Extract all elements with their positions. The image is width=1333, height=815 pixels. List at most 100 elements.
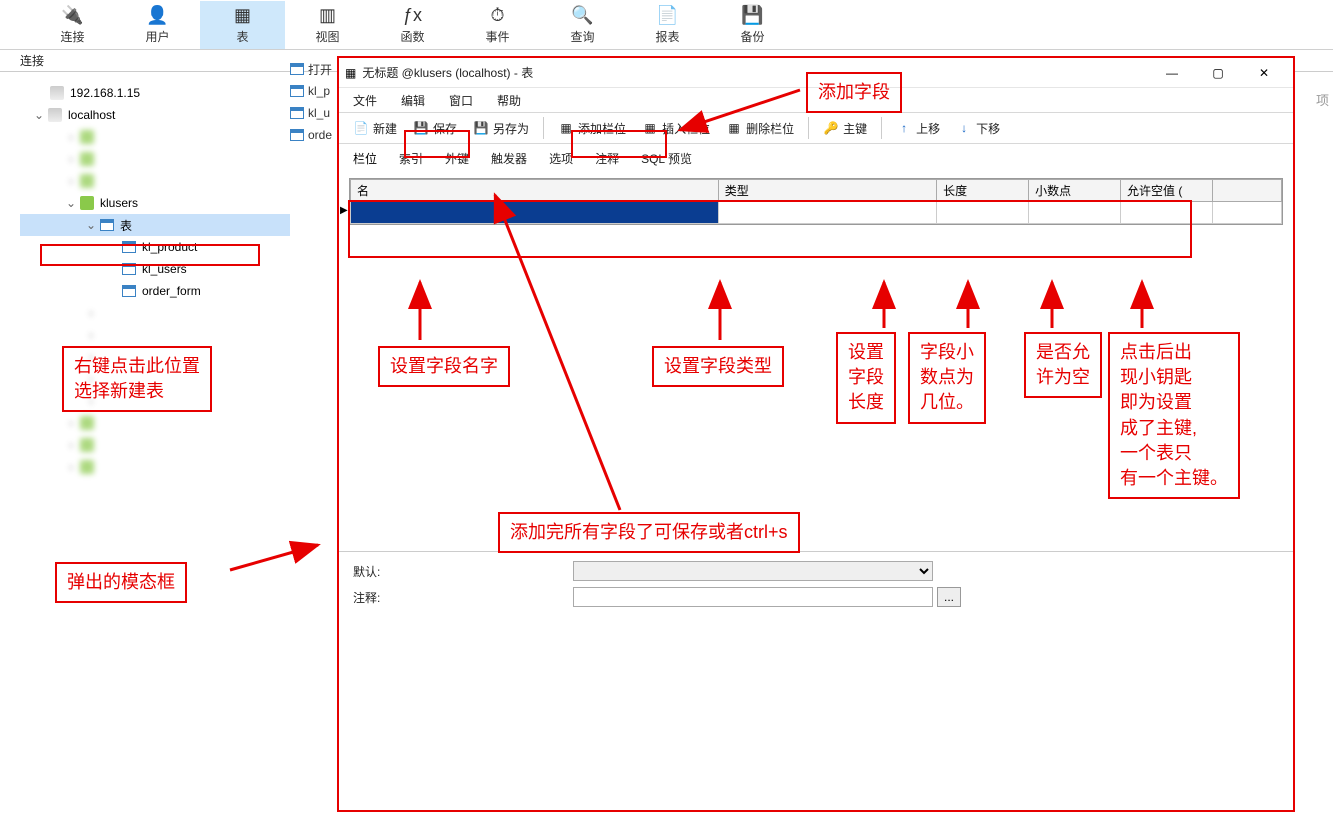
tree-db-klusers[interactable]: ⌄klusers — [20, 192, 290, 214]
toolbar-user[interactable]: 👤用户 — [115, 1, 200, 49]
toolbar-func[interactable]: ƒx函数 — [370, 1, 455, 49]
tree-table-item[interactable]: kl_users — [20, 258, 290, 280]
col-null-header[interactable]: 允许空值 ( — [1121, 180, 1213, 202]
move-down-button[interactable]: ↓下移 — [950, 118, 1006, 139]
col-type-header[interactable]: 类型 — [718, 180, 936, 202]
table-icon — [122, 241, 136, 253]
plug-icon: 🔌 — [62, 4, 84, 26]
cutoff-text: 项 — [1316, 90, 1329, 109]
database-icon — [80, 196, 94, 210]
tab-index[interactable]: 索引 — [399, 150, 423, 167]
separator — [808, 117, 809, 139]
toolbar-connect[interactable]: 🔌连接 — [30, 1, 115, 49]
tree-db-blur[interactable]: › — [20, 170, 290, 192]
window-title: 无标题 @klusers (localhost) - 表 — [356, 64, 1149, 81]
tab-comment[interactable]: 注释 — [595, 150, 619, 167]
col-len-header[interactable]: 长度 — [937, 180, 1029, 202]
tab-options[interactable]: 选项 — [549, 150, 573, 167]
comment-input[interactable] — [573, 587, 933, 607]
database-icon — [80, 152, 94, 166]
col-name-header[interactable]: 名 — [351, 180, 719, 202]
tree-server-2[interactable]: ⌄localhost — [20, 104, 290, 126]
tree-table-item[interactable]: kl_product — [20, 236, 290, 258]
tree-db-blur[interactable]: › — [20, 434, 290, 456]
tree-tables-node[interactable]: ⌄表 — [20, 214, 290, 236]
backup-icon: 💾 — [742, 4, 764, 26]
menu-file[interactable]: 文件 — [353, 92, 377, 109]
anno-save-hint: 添加完所有字段了可保存或者ctrl+s — [498, 512, 800, 553]
toolbar-backup[interactable]: 💾备份 — [710, 1, 795, 49]
move-up-button[interactable]: ↑上移 — [890, 118, 946, 139]
delete-column-icon: ▦ — [726, 120, 742, 136]
tree-table-item[interactable]: order_form — [20, 280, 290, 302]
minimize-button[interactable]: — — [1149, 59, 1195, 87]
anno-right-click: 右键点击此位置 选择新建表 — [62, 346, 212, 412]
anno-set-null: 是否允 许为空 — [1024, 332, 1102, 398]
tab-item[interactable]: 打开 — [290, 58, 340, 80]
designer-toolbar: 📄新建 💾保存 💾另存为 ▦添加栏位 ▦插入栏位 ▦删除栏位 🔑主键 ↑上移 ↓… — [339, 112, 1293, 144]
toolbar-table[interactable]: ▦表 — [200, 1, 285, 49]
tree-db-blur[interactable]: › — [20, 126, 290, 148]
comment-more-button[interactable]: ... — [937, 587, 961, 607]
col-pk-header[interactable] — [1212, 180, 1281, 202]
tables-icon — [100, 219, 114, 231]
cell-pk[interactable] — [1212, 202, 1281, 224]
menu-edit[interactable]: 编辑 — [401, 92, 425, 109]
tab-fk[interactable]: 外键 — [445, 150, 469, 167]
add-column-button[interactable]: ▦添加栏位 — [552, 118, 632, 139]
column-form: 默认: 注释: ... — [339, 551, 1293, 610]
insert-column-button[interactable]: ▦插入栏位 — [636, 118, 716, 139]
toolbar-view[interactable]: ▥视图 — [285, 1, 370, 49]
toolbar-report[interactable]: 📄报表 — [625, 1, 710, 49]
table-icon — [290, 63, 304, 75]
event-icon: ⏱ — [487, 4, 509, 26]
table-icon — [122, 285, 136, 297]
anno-set-len: 设置 字段 长度 — [836, 332, 896, 424]
cell-type[interactable] — [718, 202, 936, 224]
saveas-button[interactable]: 💾另存为 — [467, 118, 535, 139]
tab-sql[interactable]: SQL 预览 — [641, 150, 692, 167]
user-icon: 👤 — [147, 4, 169, 26]
menu-window[interactable]: 窗口 — [449, 92, 473, 109]
anno-set-type: 设置字段类型 — [652, 346, 784, 387]
close-button[interactable]: ✕ — [1241, 59, 1287, 87]
tab-item[interactable]: kl_p — [290, 80, 340, 102]
maximize-button[interactable]: ▢ — [1195, 59, 1241, 87]
menu-help[interactable]: 帮助 — [497, 92, 521, 109]
tree-blur[interactable]: › — [20, 324, 290, 346]
new-button[interactable]: 📄新建 — [347, 118, 403, 139]
open-tabs-strip: 打开 kl_p kl_u orde — [290, 58, 340, 146]
tree-server-1[interactable]: 192.168.1.15 — [20, 82, 290, 104]
add-column-icon: ▦ — [558, 120, 574, 136]
anno-set-pk: 点击后出 现小钥匙 即为设置 成了主键, 一个表只 有一个主键。 — [1108, 332, 1240, 499]
comment-label: 注释: — [353, 589, 393, 606]
tree-db-blur[interactable]: › — [20, 456, 290, 478]
database-icon — [80, 130, 94, 144]
tree-blur[interactable]: › — [20, 302, 290, 324]
toolbar-query[interactable]: 🔍查询 — [540, 1, 625, 49]
cell-null[interactable] — [1121, 202, 1213, 224]
anno-add-field: 添加字段 — [806, 72, 902, 113]
tree-db-blur[interactable]: › — [20, 412, 290, 434]
tab-item[interactable]: orde — [290, 124, 340, 146]
default-select[interactable] — [573, 561, 933, 581]
arrow-down-icon: ↓ — [956, 120, 972, 136]
cell-len[interactable] — [937, 202, 1029, 224]
tree-db-blur[interactable]: › — [20, 148, 290, 170]
server-icon — [50, 86, 64, 100]
columns-grid[interactable]: ▶ 名 类型 长度 小数点 允许空值 ( — [349, 178, 1283, 225]
columns-grid-wrap: ▶ 名 类型 长度 小数点 允许空值 ( — [339, 172, 1293, 231]
tab-columns[interactable]: 栏位 — [353, 150, 377, 167]
primary-key-button[interactable]: 🔑主键 — [817, 118, 873, 139]
delete-column-button[interactable]: ▦删除栏位 — [720, 118, 800, 139]
col-dec-header[interactable]: 小数点 — [1029, 180, 1121, 202]
toolbar-event[interactable]: ⏱事件 — [455, 1, 540, 49]
tab-trigger[interactable]: 触发器 — [491, 150, 527, 167]
cell-dec[interactable] — [1029, 202, 1121, 224]
default-label: 默认: — [353, 563, 393, 580]
save-button[interactable]: 💾保存 — [407, 118, 463, 139]
grid-row[interactable] — [351, 202, 1282, 224]
tab-item[interactable]: kl_u — [290, 102, 340, 124]
cell-name[interactable] — [351, 202, 719, 224]
table-icon — [290, 107, 304, 119]
